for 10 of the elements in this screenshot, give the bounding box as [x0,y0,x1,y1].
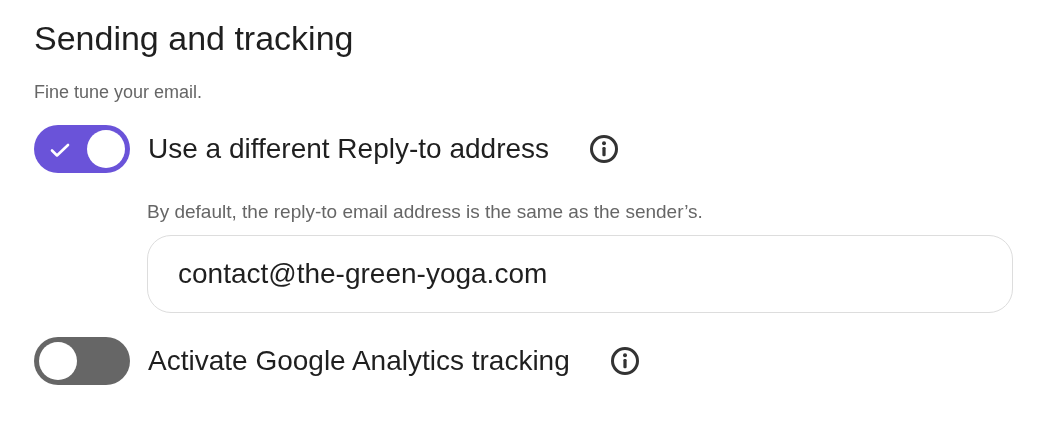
helper-text: By default, the reply-to email address is the same as the sender’s. [147,201,704,223]
setting-label: Activate Google Analytics tracking [148,345,570,377]
setting-label: Use a different Reply-to address [148,133,550,165]
toggle-switch[interactable] [34,125,130,173]
info-icon[interactable] [589,134,620,164]
section-subtitle: Fine tune your email. [34,82,204,103]
info-icon[interactable] [609,346,640,376]
section-title: Sending and tracking [34,18,355,59]
toggle-switch[interactable] [34,337,130,385]
email-input[interactable]: contact@the-green-yoga.com [147,235,1013,313]
